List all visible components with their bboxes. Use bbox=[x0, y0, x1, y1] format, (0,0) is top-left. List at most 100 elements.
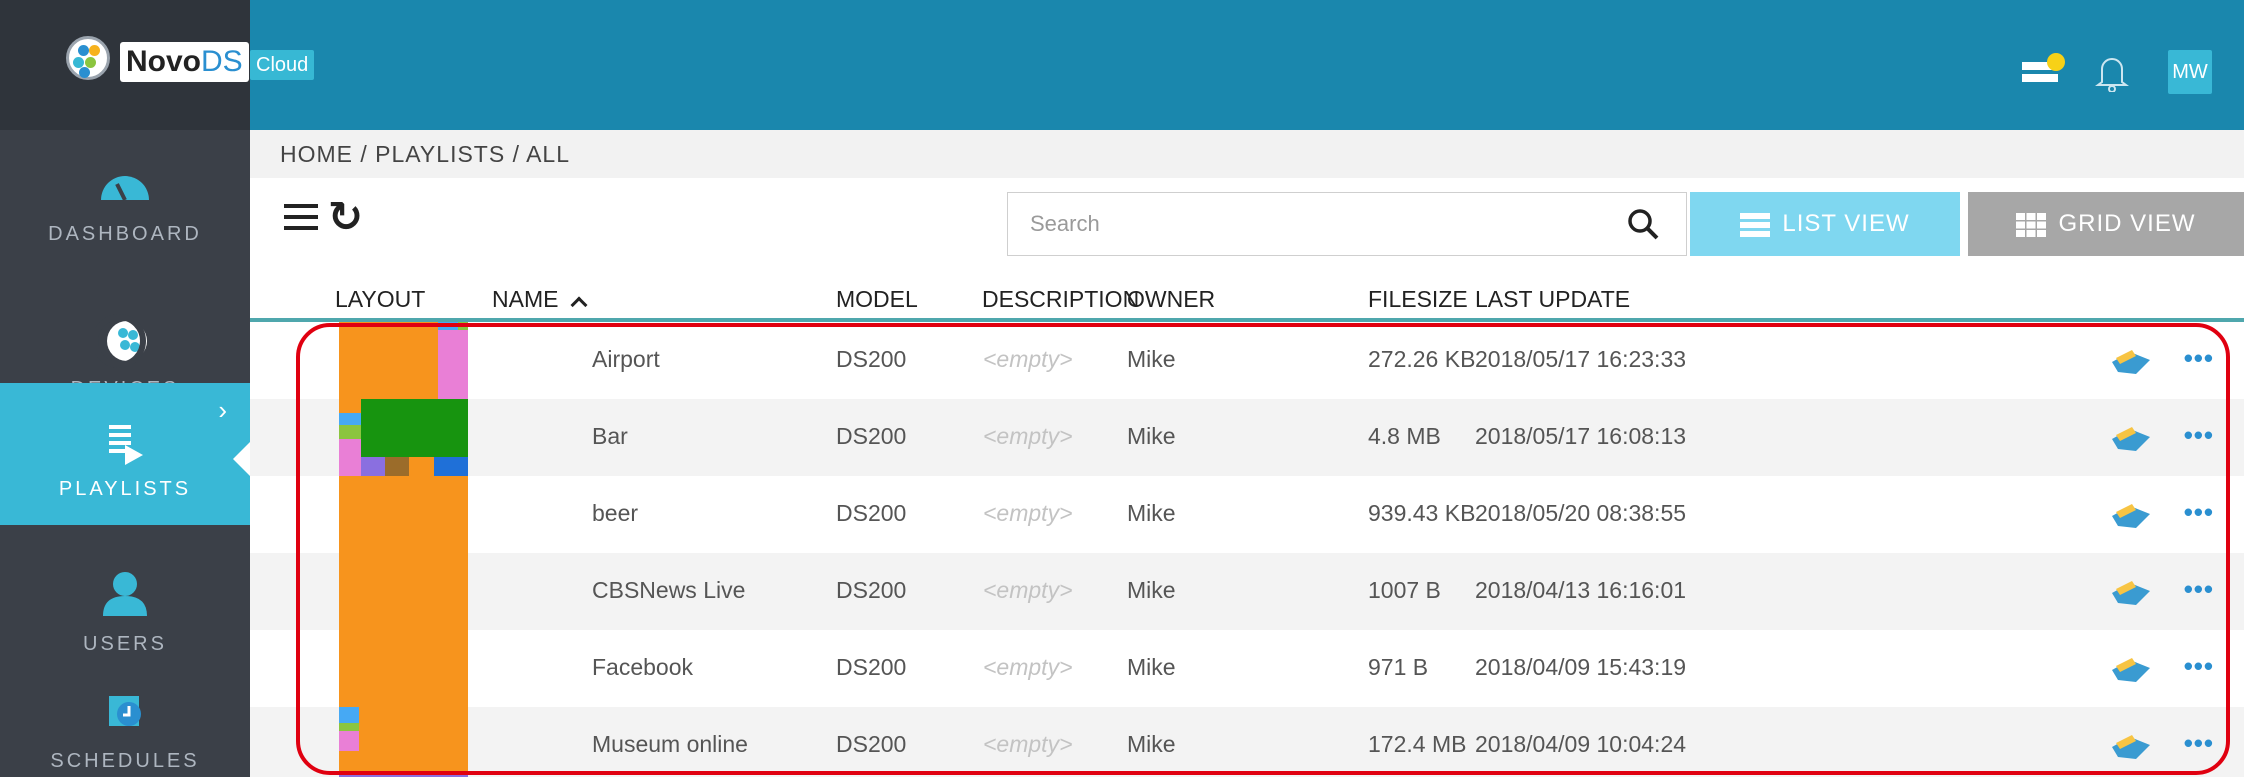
column-header-description[interactable]: DESCRIPTION bbox=[982, 286, 1139, 313]
row-model: DS200 bbox=[836, 577, 907, 603]
more-dots-icon[interactable]: ••• bbox=[2184, 422, 2214, 448]
sidebar-item-dashboard[interactable]: DASHBOARD bbox=[0, 130, 250, 270]
active-indicator bbox=[233, 441, 251, 477]
layout-thumbnail bbox=[339, 707, 468, 777]
row-filesize: 971 B bbox=[1368, 654, 1429, 680]
row-filesize: 4.8 MB bbox=[1368, 423, 1441, 449]
share-hand-icon[interactable] bbox=[2110, 579, 2152, 609]
menu-icon[interactable] bbox=[284, 204, 318, 234]
row-description: <empty> bbox=[983, 500, 1073, 526]
sidebar-item-playlists[interactable]: › PLAYLISTS bbox=[0, 383, 251, 525]
row-model: DS200 bbox=[836, 346, 907, 372]
row-description: <empty> bbox=[983, 731, 1073, 757]
sidebar-item-label: PLAYLISTS bbox=[58, 478, 192, 500]
row-name: Bar bbox=[592, 423, 628, 449]
column-header-model[interactable]: MODEL bbox=[836, 286, 918, 313]
layout-thumbnail bbox=[339, 553, 468, 630]
row-last-update: 2018/05/17 16:23:33 bbox=[1475, 346, 1687, 372]
row-name: CBSNews Live bbox=[592, 577, 746, 603]
more-dots-icon[interactable]: ••• bbox=[2184, 653, 2214, 679]
row-model: DS200 bbox=[836, 731, 907, 757]
row-owner: Mike bbox=[1127, 577, 1176, 603]
topbar: MW bbox=[250, 0, 2244, 130]
table-row[interactable]: CBSNews Live DS200 <empty> Mike 1007 B 2… bbox=[250, 553, 2244, 630]
row-model: DS200 bbox=[836, 500, 907, 526]
bell-icon[interactable] bbox=[2094, 52, 2130, 92]
row-model: DS200 bbox=[836, 654, 907, 680]
table-row[interactable]: beer DS200 <empty> Mike 939.43 KB 2018/0… bbox=[250, 476, 2244, 553]
novo-logo-icon bbox=[66, 36, 110, 80]
column-header-name[interactable]: NAME bbox=[492, 286, 588, 314]
column-header-filesize[interactable]: FILESIZE bbox=[1368, 286, 1468, 313]
sidebar-item-schedules[interactable]: SCHEDULES bbox=[0, 690, 250, 777]
row-last-update: 2018/04/09 15:43:19 bbox=[1475, 654, 1687, 680]
notifications-tray-icon[interactable] bbox=[2020, 52, 2068, 88]
row-description: <empty> bbox=[983, 654, 1073, 680]
list-view-button[interactable]: LIST VIEW bbox=[1690, 192, 1960, 256]
search-icon[interactable] bbox=[1626, 207, 1660, 241]
search-input[interactable] bbox=[1008, 193, 1608, 255]
grid-view-label: GRID VIEW bbox=[2058, 210, 2196, 237]
toolbar: ↻ LIST VIEW GRID VIEW bbox=[250, 178, 2244, 288]
avatar[interactable]: MW bbox=[2168, 50, 2212, 94]
more-dots-icon[interactable]: ••• bbox=[2184, 499, 2214, 525]
row-owner: Mike bbox=[1127, 654, 1176, 680]
row-description: <empty> bbox=[983, 346, 1073, 372]
row-description: <empty> bbox=[983, 423, 1073, 449]
column-header-owner[interactable]: OWNER bbox=[1127, 286, 1215, 313]
row-owner: Mike bbox=[1127, 346, 1176, 372]
sidebar-item-users[interactable]: USERS bbox=[0, 540, 250, 680]
novo-device-icon bbox=[95, 314, 147, 368]
table-row[interactable]: Facebook DS200 <empty> Mike 971 B 2018/0… bbox=[250, 630, 2244, 707]
user-icon bbox=[103, 572, 147, 616]
list-icon bbox=[1740, 212, 1771, 237]
column-header-last-update[interactable]: LAST UPDATE bbox=[1475, 286, 1630, 313]
row-last-update: 2018/05/17 16:08:13 bbox=[1475, 423, 1687, 449]
gauge-icon bbox=[101, 176, 149, 201]
row-last-update: 2018/04/09 10:04:24 bbox=[1475, 731, 1687, 757]
playlist-table: LAYOUT NAME MODEL DESCRIPTION OWNER FILE… bbox=[250, 278, 2244, 777]
row-last-update: 2018/04/13 16:16:01 bbox=[1475, 577, 1687, 603]
table-row[interactable]: Museum online DS200 <empty> Mike 172.4 M… bbox=[250, 707, 2244, 777]
layout-thumbnail bbox=[339, 322, 468, 399]
row-owner: Mike bbox=[1127, 423, 1176, 449]
user-initials: MW bbox=[2172, 61, 2208, 83]
more-dots-icon[interactable]: ••• bbox=[2184, 576, 2214, 602]
grid-view-button[interactable]: GRID VIEW bbox=[1968, 192, 2244, 256]
row-description: <empty> bbox=[983, 577, 1073, 603]
share-hand-icon[interactable] bbox=[2110, 348, 2152, 378]
table-row[interactable]: Airport DS200 <empty> Mike 272.26 KB 201… bbox=[250, 322, 2244, 399]
sidebar-item-label: USERS bbox=[83, 633, 167, 655]
layout-thumbnail bbox=[339, 476, 468, 553]
share-hand-icon[interactable] bbox=[2110, 425, 2152, 455]
row-filesize: 939.43 KB bbox=[1368, 500, 1476, 526]
row-last-update: 2018/05/20 08:38:55 bbox=[1475, 500, 1687, 526]
grid-icon bbox=[2016, 212, 2047, 237]
more-dots-icon[interactable]: ••• bbox=[2184, 345, 2214, 371]
breadcrumb: HOME / PLAYLISTS / ALL bbox=[250, 130, 2244, 178]
chevron-right-icon: › bbox=[218, 395, 230, 425]
sidebar-item-label: SCHEDULES bbox=[50, 750, 200, 772]
row-name: beer bbox=[592, 500, 639, 526]
layout-thumbnail bbox=[339, 630, 468, 707]
list-view-label: LIST VIEW bbox=[1782, 210, 1910, 237]
row-name: Airport bbox=[592, 346, 660, 372]
sort-ascending-icon bbox=[570, 296, 588, 314]
row-owner: Mike bbox=[1127, 500, 1176, 526]
calendar-icon bbox=[109, 696, 141, 726]
brand-name: NovoDS bbox=[120, 42, 249, 82]
table-row[interactable]: Bar DS200 <empty> Mike 4.8 MB 2018/05/17… bbox=[250, 399, 2244, 476]
logo[interactable]: NovoDS bbox=[0, 0, 250, 130]
more-dots-icon[interactable]: ••• bbox=[2184, 730, 2214, 756]
share-hand-icon[interactable] bbox=[2110, 733, 2152, 763]
refresh-icon[interactable]: ↻ bbox=[328, 192, 363, 241]
sidebar-item-label: DASHBOARD bbox=[48, 223, 202, 245]
share-hand-icon[interactable] bbox=[2110, 656, 2152, 686]
row-filesize: 172.4 MB bbox=[1368, 731, 1467, 757]
layout-thumbnail bbox=[339, 399, 468, 476]
playlist-icon bbox=[109, 425, 143, 465]
cloud-badge: Cloud bbox=[250, 50, 315, 80]
sidebar: NovoDS DASHBOARD DEVICES › PLAYLISTS bbox=[0, 0, 251, 777]
share-hand-icon[interactable] bbox=[2110, 502, 2152, 532]
row-owner: Mike bbox=[1127, 731, 1176, 757]
